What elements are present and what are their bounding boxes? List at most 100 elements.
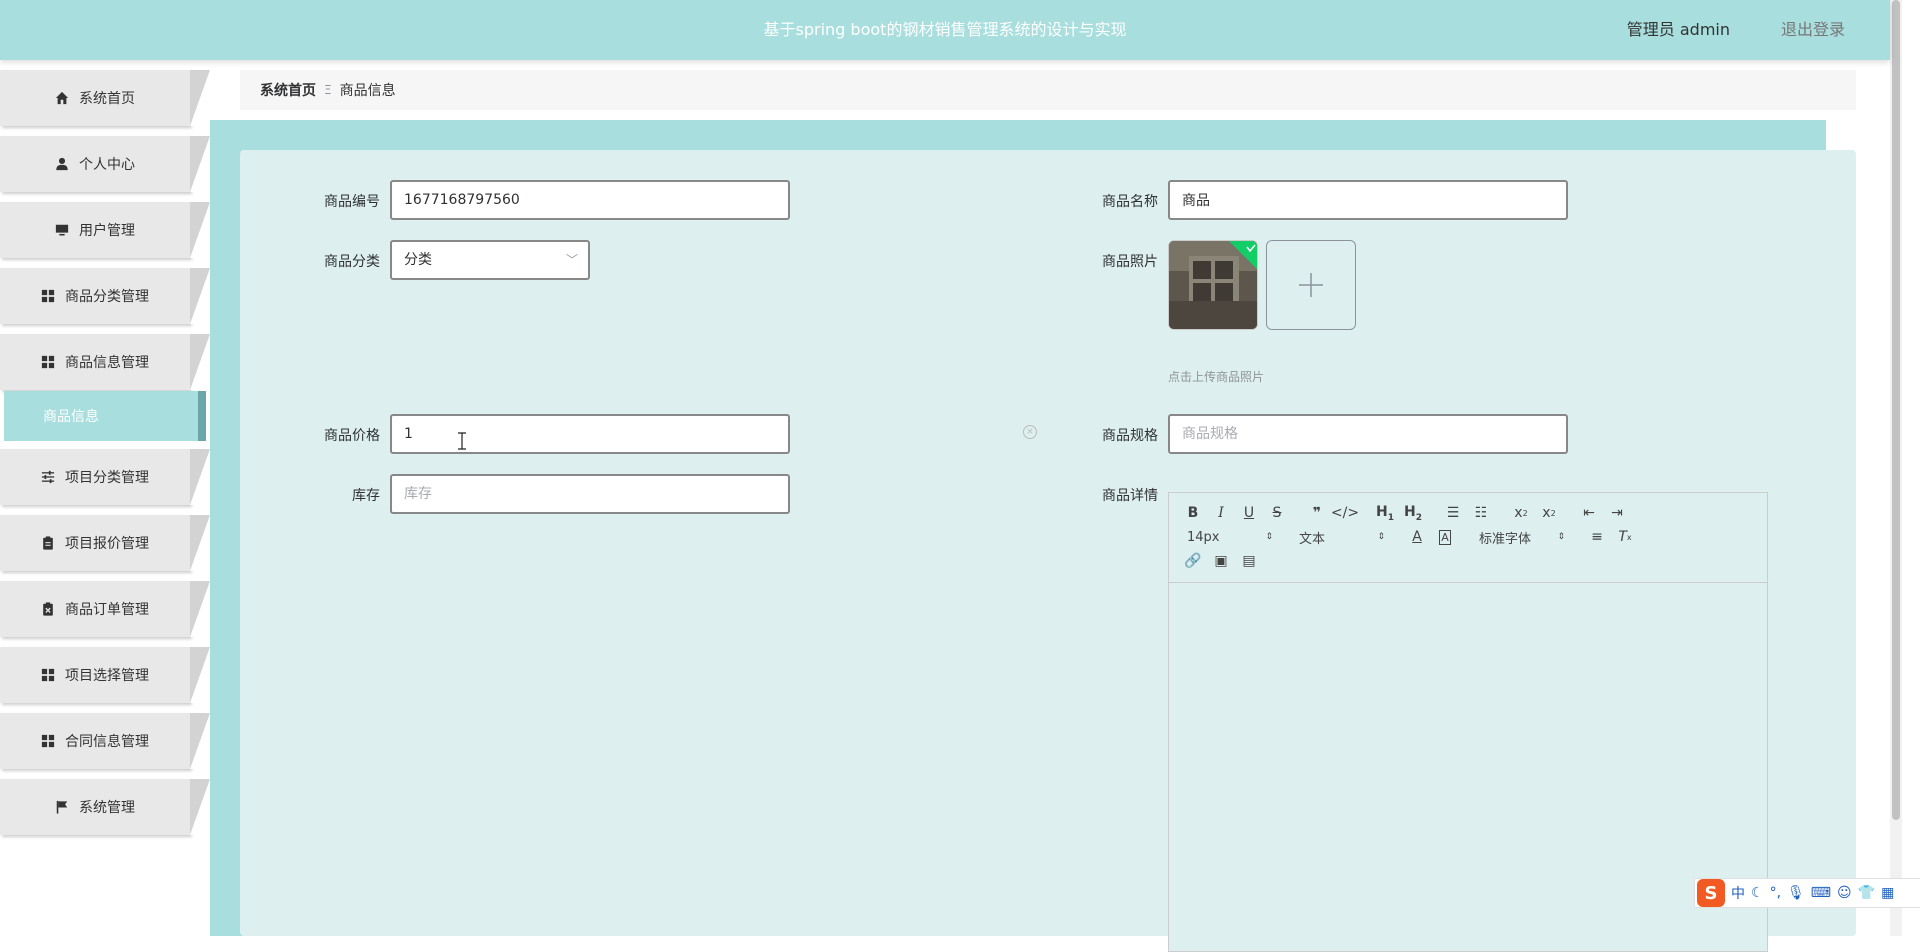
grid-icon [41, 289, 55, 303]
shirt-icon: 👕 [1857, 885, 1876, 901]
menu-tab-fold [190, 779, 210, 835]
menu-item-content: 系统首页 [0, 70, 190, 126]
menu-item-content: 合同信息管理 [0, 713, 190, 769]
moon-icon: ☾ [1751, 885, 1764, 901]
sidebar-item-project-selection[interactable]: 项目选择管理 [0, 647, 210, 703]
upload-plus-button[interactable] [1266, 240, 1356, 330]
steel-pipes-image [1169, 241, 1257, 329]
sidebar-item-label: 用户管理 [79, 223, 135, 239]
strike-button[interactable]: S [1263, 501, 1291, 525]
bullet-list-button[interactable]: ☷ [1467, 501, 1495, 525]
sidebar-item-label: 项目选择管理 [65, 668, 149, 684]
ordered-list-button[interactable]: ☰ [1439, 501, 1467, 525]
product-spec-input[interactable] [1168, 414, 1568, 454]
block-type-select[interactable]: 文本 ⇕ [1291, 525, 1391, 549]
clipboard-x-icon [43, 602, 53, 616]
code-button[interactable]: </> [1331, 501, 1359, 525]
h1-button[interactable]: H1 [1371, 501, 1399, 525]
underline-button[interactable]: U [1235, 501, 1263, 525]
monitor-icon [55, 224, 69, 236]
editor-body[interactable] [1169, 583, 1767, 951]
plus-icon [1299, 273, 1323, 297]
sidebar-item-product-category[interactable]: 商品分类管理 [0, 268, 210, 324]
sidebar-item-profile[interactable]: 个人中心 [0, 136, 210, 192]
stock-input[interactable] [390, 474, 790, 514]
menu-item-content: 项目选择管理 [0, 647, 190, 703]
sogou-logo-icon: S [1697, 879, 1725, 907]
sidebar-item-label: 合同信息管理 [65, 734, 149, 750]
menu-item-content: 个人中心 [0, 136, 190, 192]
sidebar-subitem-product-info[interactable]: 商品信息 [4, 391, 206, 441]
clear-icon[interactable]: × [1023, 425, 1037, 439]
current-user: 管理员 admin [1626, 20, 1730, 39]
font-family-select[interactable]: 标准字体 ⇕ [1471, 525, 1571, 549]
outdent-button[interactable]: ⇤ [1575, 501, 1603, 525]
align-button[interactable]: ≡ [1583, 525, 1611, 549]
person-icon [56, 157, 68, 171]
product-code-label: 商品编号 [324, 194, 380, 210]
clear-format-button[interactable]: Tx [1611, 525, 1639, 549]
image-icon[interactable]: ▣ [1207, 549, 1235, 573]
breadcrumb: 系统首页 Ξ 商品信息 [240, 70, 1856, 110]
punctuation-icon: °, [1769, 885, 1782, 901]
background-color-button[interactable]: A [1431, 525, 1459, 549]
scrollbar-thumb[interactable] [1892, 0, 1900, 820]
ime-mode: 中 [1731, 886, 1745, 902]
sidebar-item-contract[interactable]: 合同信息管理 [0, 713, 210, 769]
product-code-input[interactable] [390, 180, 790, 220]
video-icon[interactable]: ▤ [1235, 549, 1263, 573]
toolbar-row: 🔗 ▣ ▤ [1179, 549, 1757, 573]
sidebar-item-product-order[interactable]: 商品订单管理 [0, 581, 210, 637]
italic-button[interactable]: I [1207, 501, 1235, 525]
breadcrumb-current: 商品信息 [339, 83, 396, 99]
bold-button[interactable]: B [1179, 501, 1207, 525]
product-category-value: 分类 [404, 252, 432, 268]
menu-tab-fold [190, 202, 210, 258]
product-photo-thumbnail[interactable] [1168, 240, 1258, 330]
sidebar-item-label: 项目分类管理 [65, 470, 149, 486]
product-category-select[interactable]: 分类 ﹀ [390, 240, 590, 280]
apps-icon: ▦ [1881, 885, 1895, 901]
menu-tab-fold [190, 334, 210, 390]
sidebar: 系统首页 个人中心 用户管理 商品分类管理 商品信息管理 商品信息 项目分类管理… [0, 60, 210, 936]
menu-tab-fold [190, 70, 210, 126]
indent-button[interactable]: ⇥ [1603, 501, 1631, 525]
breadcrumb-separator: Ξ [324, 83, 332, 97]
menu-tab-fold [190, 449, 210, 505]
sidebar-item-product-info[interactable]: 商品信息管理 [0, 334, 210, 390]
sidebar-item-label: 商品分类管理 [65, 289, 149, 305]
subscript-button[interactable]: x2 [1507, 501, 1535, 525]
breadcrumb-home[interactable]: 系统首页 [260, 80, 316, 100]
sidebar-item-home[interactable]: 系统首页 [0, 70, 210, 126]
font-color-button[interactable]: A [1403, 525, 1431, 549]
toolbar-row: 14px ⇕ 文本 ⇕ A A 标准字体 ⇕ ≡ Tx [1179, 525, 1757, 549]
rich-text-editor: B I U S ❞ </> H1 H2 ☰ ☷ x2 x2 ⇤ ⇥ 14px ⇕… [1168, 492, 1768, 952]
ime-toolbar[interactable]: S 中 ☾ °, 🎙 ⌨ ☺ 👕 ▦ [1694, 878, 1920, 908]
product-price-input[interactable] [390, 414, 790, 454]
sidebar-item-label: 系统首页 [79, 91, 135, 107]
grid-icon [41, 734, 55, 748]
logout-link[interactable]: 退出登录 [1781, 0, 1845, 60]
sidebar-item-label: 项目报价管理 [65, 536, 149, 552]
quote-button[interactable]: ❞ [1303, 501, 1331, 525]
page-scrollbar[interactable] [1890, 0, 1902, 936]
sidebar-item-system[interactable]: 系统管理 [0, 779, 210, 835]
superscript-button[interactable]: x2 [1535, 501, 1563, 525]
sidebar-item-project-category[interactable]: 项目分类管理 [0, 449, 210, 505]
product-name-input[interactable] [1168, 180, 1568, 220]
sidebar-item-project-quote[interactable]: 项目报价管理 [0, 515, 210, 571]
sidebar-item-label: 商品信息管理 [65, 355, 149, 371]
chevron-down-icon: ﹀ [565, 253, 578, 267]
sidebar-item-users[interactable]: 用户管理 [0, 202, 210, 258]
block-type-value: 文本 [1299, 531, 1326, 547]
h2-button[interactable]: H2 [1399, 501, 1427, 525]
product-spec-label: 商品规格 [1102, 428, 1158, 444]
stock-label: 库存 [352, 488, 380, 504]
font-size-select[interactable]: 14px ⇕ [1179, 525, 1279, 549]
menu-item-content: 商品信息管理 [0, 334, 190, 390]
photo-upload-hint: 点击上传商品照片 [1168, 370, 1265, 384]
text-cursor-icon [458, 432, 466, 450]
font-size-value: 14px [1187, 529, 1220, 545]
menu-item-content: 商品订单管理 [0, 581, 190, 637]
link-icon[interactable]: 🔗 [1179, 549, 1207, 573]
